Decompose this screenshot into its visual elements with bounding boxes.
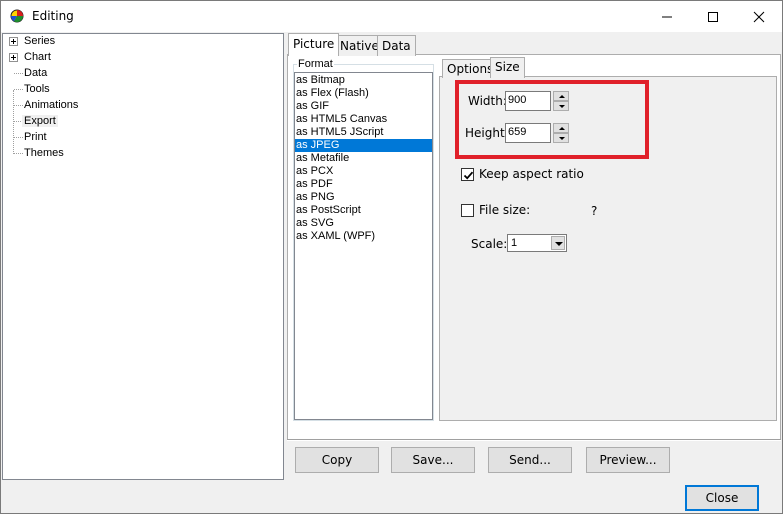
tree-item-label: Export xyxy=(22,115,58,127)
app-icon xyxy=(10,9,24,23)
tab-picture[interactable]: Picture xyxy=(288,33,340,56)
format-item[interactable]: as GIF xyxy=(295,100,432,113)
keep-aspect-checkbox[interactable] xyxy=(461,168,474,181)
tab-size[interactable]: Size xyxy=(490,57,525,78)
file-size-value: ? xyxy=(591,204,598,218)
format-item[interactable]: as HTML5 Canvas xyxy=(295,113,432,126)
tree-item-label: Tools xyxy=(24,83,50,95)
scale-label: Scale: xyxy=(471,237,508,251)
tree-connector xyxy=(14,105,23,106)
tree-item-label: Animations xyxy=(24,99,79,111)
tree-connector xyxy=(14,89,23,90)
tree-connector xyxy=(14,73,23,74)
minimize-icon xyxy=(662,16,672,18)
editor-tree[interactable]: Series Chart Data Tools Animations Expor… xyxy=(2,33,284,480)
format-item[interactable]: as XAML (WPF) xyxy=(295,230,432,243)
tree-connector xyxy=(14,153,23,154)
width-spinner[interactable] xyxy=(553,91,569,111)
tree-item-label: Themes xyxy=(24,147,64,159)
tree-item-label: Print xyxy=(24,131,47,143)
checkmark-icon xyxy=(463,171,474,180)
save-button[interactable]: Save... xyxy=(391,447,475,473)
expand-icon[interactable] xyxy=(9,37,18,46)
format-item[interactable]: as Flex (Flash) xyxy=(295,87,432,100)
minimize-button[interactable] xyxy=(644,1,690,32)
spin-up-icon[interactable] xyxy=(553,91,569,101)
file-size-label: File size: xyxy=(479,203,531,217)
tree-item-label: Series xyxy=(24,35,56,47)
editing-dialog: Editing Series Chart Data Tools Animatio… xyxy=(0,0,783,514)
format-list[interactable]: as Bitmap as Flex (Flash) as GIF as HTML… xyxy=(294,72,433,420)
chevron-down-icon[interactable] xyxy=(551,236,565,250)
tree-item-label: Chart xyxy=(24,51,51,63)
expand-icon[interactable] xyxy=(9,53,18,62)
width-label: Width: xyxy=(468,94,507,108)
send-button[interactable]: Send... xyxy=(488,447,572,473)
format-item[interactable]: as PostScript xyxy=(295,204,432,217)
format-item[interactable]: as HTML5 JScript xyxy=(295,126,432,139)
spin-down-icon[interactable] xyxy=(553,101,569,111)
width-input[interactable]: 900 xyxy=(505,91,551,111)
maximize-button[interactable] xyxy=(690,1,736,32)
format-group-label: Format xyxy=(297,58,334,70)
tab-data[interactable]: Data xyxy=(377,35,416,56)
file-size-checkbox[interactable] xyxy=(461,204,474,217)
window-close-button[interactable] xyxy=(736,1,782,32)
height-input[interactable]: 659 xyxy=(505,123,551,143)
tree-connector xyxy=(14,137,23,138)
close-icon xyxy=(753,11,765,23)
format-item[interactable]: as Bitmap xyxy=(295,74,432,87)
format-item[interactable]: as SVG xyxy=(295,217,432,230)
height-label: Height: xyxy=(465,126,509,140)
format-item[interactable]: as PCX xyxy=(295,165,432,178)
spin-up-icon[interactable] xyxy=(553,123,569,133)
title-bar[interactable]: Editing xyxy=(1,1,782,32)
scale-value: 1 xyxy=(511,237,518,249)
close-button[interactable]: Close xyxy=(685,485,759,511)
scale-select[interactable]: 1 xyxy=(507,234,567,252)
format-item[interactable]: as PDF xyxy=(295,178,432,191)
size-highlight-box xyxy=(455,80,649,159)
maximize-icon xyxy=(708,12,718,22)
height-spinner[interactable] xyxy=(553,123,569,143)
format-item[interactable]: as PNG xyxy=(295,191,432,204)
keep-aspect-label: Keep aspect ratio xyxy=(479,167,584,181)
button-bar-separator xyxy=(287,439,781,441)
spin-down-icon[interactable] xyxy=(553,133,569,143)
tree-connector-line xyxy=(13,90,14,154)
preview-button[interactable]: Preview... xyxy=(586,447,670,473)
copy-button[interactable]: Copy xyxy=(295,447,379,473)
format-item[interactable]: as Metafile xyxy=(295,152,432,165)
format-item-selected[interactable]: as JPEG xyxy=(295,139,432,152)
window-title: Editing xyxy=(32,9,74,23)
tree-item-label: Data xyxy=(24,67,48,79)
